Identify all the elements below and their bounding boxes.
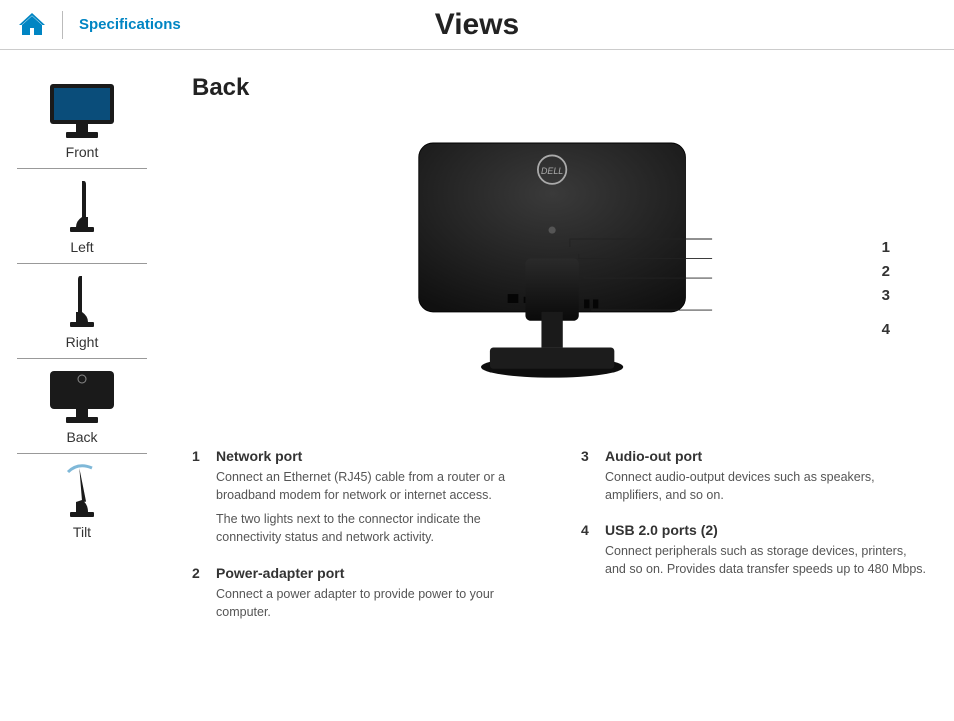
front-view-icon <box>17 80 147 140</box>
divider <box>62 11 63 39</box>
home-icon[interactable] <box>18 11 46 39</box>
desc-text: Connect a power adapter to provide power… <box>216 585 541 621</box>
product-figure: DELL <box>192 118 930 418</box>
top-bar: Specifications Views <box>0 0 954 50</box>
desc-item-4: 4 USB 2.0 ports (2) Connect peripherals … <box>581 522 930 584</box>
sidebar-item-back[interactable]: Back <box>17 359 147 454</box>
desc-title: Power-adapter port <box>216 565 541 581</box>
sidebar-item-label: Left <box>17 239 147 255</box>
callout-4: 4 <box>882 318 890 342</box>
sidebar-item-label: Tilt <box>17 524 147 540</box>
sidebar-item-right[interactable]: Right <box>17 264 147 359</box>
desc-num: 4 <box>581 522 605 584</box>
desc-text: The two lights next to the connector ind… <box>216 510 541 546</box>
views-sidebar: Front Left Right <box>12 74 152 639</box>
desc-title: Network port <box>216 448 541 464</box>
svg-text:DELL: DELL <box>541 166 563 176</box>
port-descriptions: 1 Network port Connect an Ethernet (RJ45… <box>192 448 930 639</box>
desc-text: Connect peripherals such as storage devi… <box>605 542 930 578</box>
monitor-back-illustration: DELL <box>401 118 721 408</box>
sidebar-item-label: Back <box>17 429 147 445</box>
desc-num: 3 <box>581 448 605 510</box>
desc-item-3: 3 Audio-out port Connect audio-output de… <box>581 448 930 510</box>
back-view-icon <box>17 365 147 425</box>
sidebar-item-front[interactable]: Front <box>17 74 147 169</box>
sidebar-item-left[interactable]: Left <box>17 169 147 264</box>
callout-1: 1 <box>882 236 890 260</box>
callout-2: 2 <box>882 260 890 284</box>
right-view-icon <box>17 270 147 330</box>
left-view-icon <box>17 175 147 235</box>
callout-numbers: 1 2 3 4 <box>882 236 890 342</box>
desc-text: Connect audio-output devices such as spe… <box>605 468 930 504</box>
section-heading: Back <box>192 74 930 102</box>
sidebar-item-tilt[interactable]: Tilt <box>17 454 147 548</box>
specifications-link[interactable]: Specifications <box>79 16 181 33</box>
desc-title: USB 2.0 ports (2) <box>605 522 930 538</box>
sidebar-item-label: Front <box>17 144 147 160</box>
desc-item-2: 2 Power-adapter port Connect a power ada… <box>192 565 541 627</box>
desc-num: 1 <box>192 448 216 553</box>
callout-3: 3 <box>882 284 890 308</box>
desc-item-1: 1 Network port Connect an Ethernet (RJ45… <box>192 448 541 553</box>
desc-col-right: 3 Audio-out port Connect audio-output de… <box>581 448 930 639</box>
desc-col-left: 1 Network port Connect an Ethernet (RJ45… <box>192 448 541 639</box>
tilt-view-icon <box>17 460 147 520</box>
sidebar-item-label: Right <box>17 334 147 350</box>
desc-text: Connect an Ethernet (RJ45) cable from a … <box>216 468 541 504</box>
desc-title: Audio-out port <box>605 448 930 464</box>
desc-num: 2 <box>192 565 216 627</box>
main-content: Back DELL <box>152 74 942 639</box>
